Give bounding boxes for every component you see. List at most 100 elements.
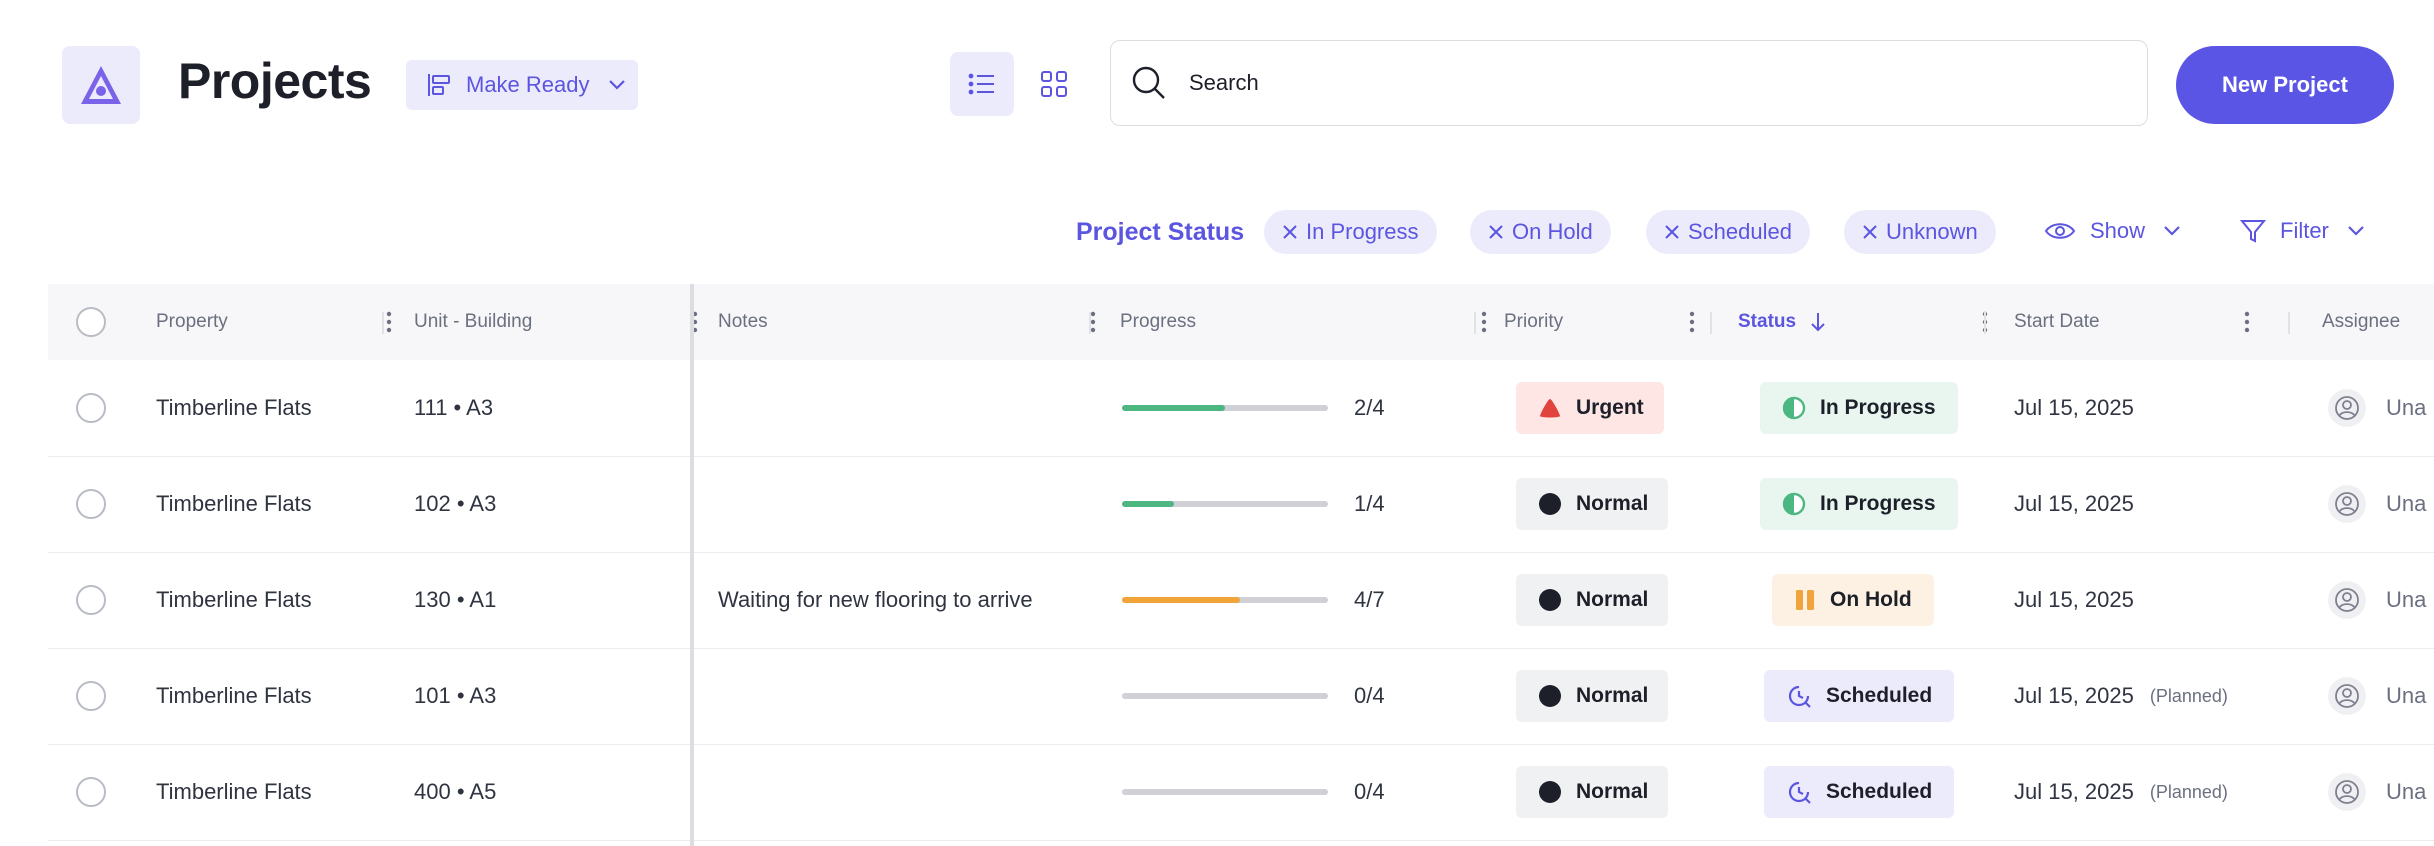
- table-row[interactable]: Timberline Flats 130 • A1 Waiting for new …: [48, 552, 2434, 649]
- column-header-label: Unit - Building: [414, 311, 533, 332]
- progress-bar-fill: [1122, 501, 1174, 507]
- priority-badge[interactable]: Normal: [1516, 478, 1668, 530]
- status-badge[interactable]: In Progress: [1760, 382, 1958, 434]
- column-header-unit-building[interactable]: Unit - Building: [414, 284, 698, 360]
- row-checkbox[interactable]: [76, 456, 106, 552]
- filter-dropdown[interactable]: Filter: [2240, 218, 2365, 244]
- sort-descending-icon[interactable]: [1810, 311, 1826, 333]
- status-label: Scheduled: [1826, 684, 1933, 707]
- app-logo[interactable]: [62, 46, 140, 124]
- column-menu-icon[interactable]: [1689, 311, 1695, 333]
- assignee-cell[interactable]: Una: [2328, 648, 2426, 744]
- priority-badge[interactable]: Normal: [1516, 670, 1668, 722]
- property-cell: Timberline Flats: [156, 683, 312, 708]
- unit-building-cell: 101 • A3: [414, 683, 497, 708]
- filter-bar: Project Status In Progress On Hold Sched…: [0, 210, 2434, 254]
- filter-chip-scheduled[interactable]: Scheduled: [1646, 210, 1810, 254]
- progress-bar: [1122, 501, 1328, 507]
- priority-badge[interactable]: Normal: [1516, 574, 1668, 626]
- column-header-label: Progress: [1120, 311, 1197, 332]
- priority-cell[interactable]: Normal: [1516, 648, 1668, 744]
- frozen-column-divider[interactable]: [690, 284, 694, 846]
- progress-cell: 4/7: [1122, 552, 1385, 648]
- page-title: Projects: [178, 53, 372, 109]
- progress-bar: [1122, 405, 1328, 411]
- column-header-property[interactable]: Property: [156, 284, 416, 360]
- status-label: On Hold: [1830, 588, 1912, 611]
- priority-badge[interactable]: Normal: [1516, 766, 1668, 818]
- filter-chip-in-progress[interactable]: In Progress: [1264, 210, 1437, 254]
- table-row[interactable]: Timberline Flats 102 • A3 1/4 Normal In Prog…: [48, 456, 2434, 553]
- priority-cell[interactable]: Urgent: [1516, 360, 1664, 456]
- close-icon[interactable]: [1282, 224, 1298, 240]
- table-header: Property Unit - Building Notes Progress: [48, 284, 2434, 360]
- unit-building-cell: 111 • A3: [414, 395, 494, 420]
- column-header-start-date[interactable]: Start Date: [2014, 284, 2274, 360]
- status-cell[interactable]: In Progress: [1760, 360, 1958, 456]
- assignee-name: Una: [2386, 587, 2427, 612]
- search-input[interactable]: [1187, 69, 2091, 97]
- new-project-button[interactable]: New Project: [2176, 46, 2394, 124]
- board-selector-label: Make Ready: [466, 72, 590, 97]
- select-all-checkbox[interactable]: [76, 284, 106, 360]
- progress-count: 4/7: [1354, 587, 1385, 612]
- assignee-cell[interactable]: Una: [2328, 552, 2426, 648]
- row-checkbox[interactable]: [76, 552, 106, 648]
- table-row[interactable]: Timberline Flats 400 • A5 0/4 Normal Schedul…: [48, 744, 2434, 841]
- status-cell[interactable]: On Hold: [1772, 552, 1934, 648]
- column-header-priority[interactable]: Priority: [1504, 284, 1704, 360]
- priority-cell[interactable]: Normal: [1516, 456, 1668, 552]
- priority-cell[interactable]: Normal: [1516, 744, 1668, 840]
- priority-badge[interactable]: Urgent: [1516, 382, 1664, 434]
- priority-label: Urgent: [1576, 396, 1644, 419]
- status-cell[interactable]: Scheduled: [1764, 744, 1955, 840]
- progress-cell: 0/4: [1122, 648, 1385, 744]
- close-icon[interactable]: [1488, 224, 1504, 240]
- column-menu-icon[interactable]: [386, 311, 392, 333]
- planned-tag: (Planned): [2149, 781, 2228, 802]
- row-checkbox[interactable]: [76, 360, 106, 456]
- assignee-cell[interactable]: Una: [2328, 360, 2426, 456]
- eye-icon: [2044, 220, 2076, 242]
- show-dropdown[interactable]: Show: [2044, 218, 2181, 244]
- chevron-down-icon: [2163, 225, 2181, 237]
- progress-bar: [1122, 597, 1328, 603]
- column-header-label: Property: [156, 311, 228, 332]
- column-header-progress[interactable]: Progress: [1120, 284, 1500, 360]
- list-view-button[interactable]: [950, 52, 1014, 116]
- priority-cell[interactable]: Normal: [1516, 552, 1668, 648]
- status-badge[interactable]: On Hold: [1772, 574, 1934, 626]
- row-checkbox[interactable]: [76, 744, 106, 840]
- urgent-priority-icon: [1538, 397, 1562, 419]
- column-header-label: Priority: [1504, 311, 1564, 332]
- table-row[interactable]: Timberline Flats 111 • A3 2/4 Urgent In Prog…: [48, 360, 2434, 457]
- filter-chip-on-hold[interactable]: On Hold: [1470, 210, 1611, 254]
- row-checkbox[interactable]: [76, 648, 106, 744]
- filter-chip-unknown[interactable]: Unknown: [1844, 210, 1996, 254]
- column-header-label: Assignee: [2322, 311, 2401, 332]
- column-header-status[interactable]: Status: [1738, 284, 1988, 360]
- search-box[interactable]: [1110, 40, 2148, 126]
- status-badge[interactable]: Scheduled: [1764, 766, 1955, 818]
- status-cell[interactable]: Scheduled: [1764, 648, 1955, 744]
- column-menu-icon[interactable]: [2244, 311, 2250, 333]
- user-avatar-icon: [2328, 581, 2366, 619]
- assignee-cell[interactable]: Una: [2328, 744, 2426, 840]
- status-badge[interactable]: In Progress: [1760, 478, 1958, 530]
- filter-chip-label: On Hold: [1512, 219, 1593, 244]
- column-header-assignee[interactable]: Assignee: [2322, 284, 2432, 360]
- close-icon[interactable]: [1664, 224, 1680, 240]
- grid-icon: [1041, 71, 1067, 97]
- normal-priority-icon: [1538, 780, 1562, 804]
- assignee-cell[interactable]: Una: [2328, 456, 2426, 552]
- board-selector[interactable]: Make Ready: [406, 60, 638, 110]
- grid-view-button[interactable]: [1022, 52, 1086, 116]
- status-badge[interactable]: Scheduled: [1764, 670, 1955, 722]
- close-icon[interactable]: [1862, 224, 1878, 240]
- column-menu-icon[interactable]: [1481, 311, 1487, 333]
- table-row[interactable]: Timberline Flats 101 • A3 0/4 Normal Schedul…: [48, 648, 2434, 745]
- list-icon: [968, 73, 994, 95]
- status-cell[interactable]: In Progress: [1760, 456, 1958, 552]
- notes-cell[interactable]: Waiting for new flooring to arrive: [718, 552, 1033, 648]
- column-header-notes[interactable]: Notes: [718, 284, 1098, 360]
